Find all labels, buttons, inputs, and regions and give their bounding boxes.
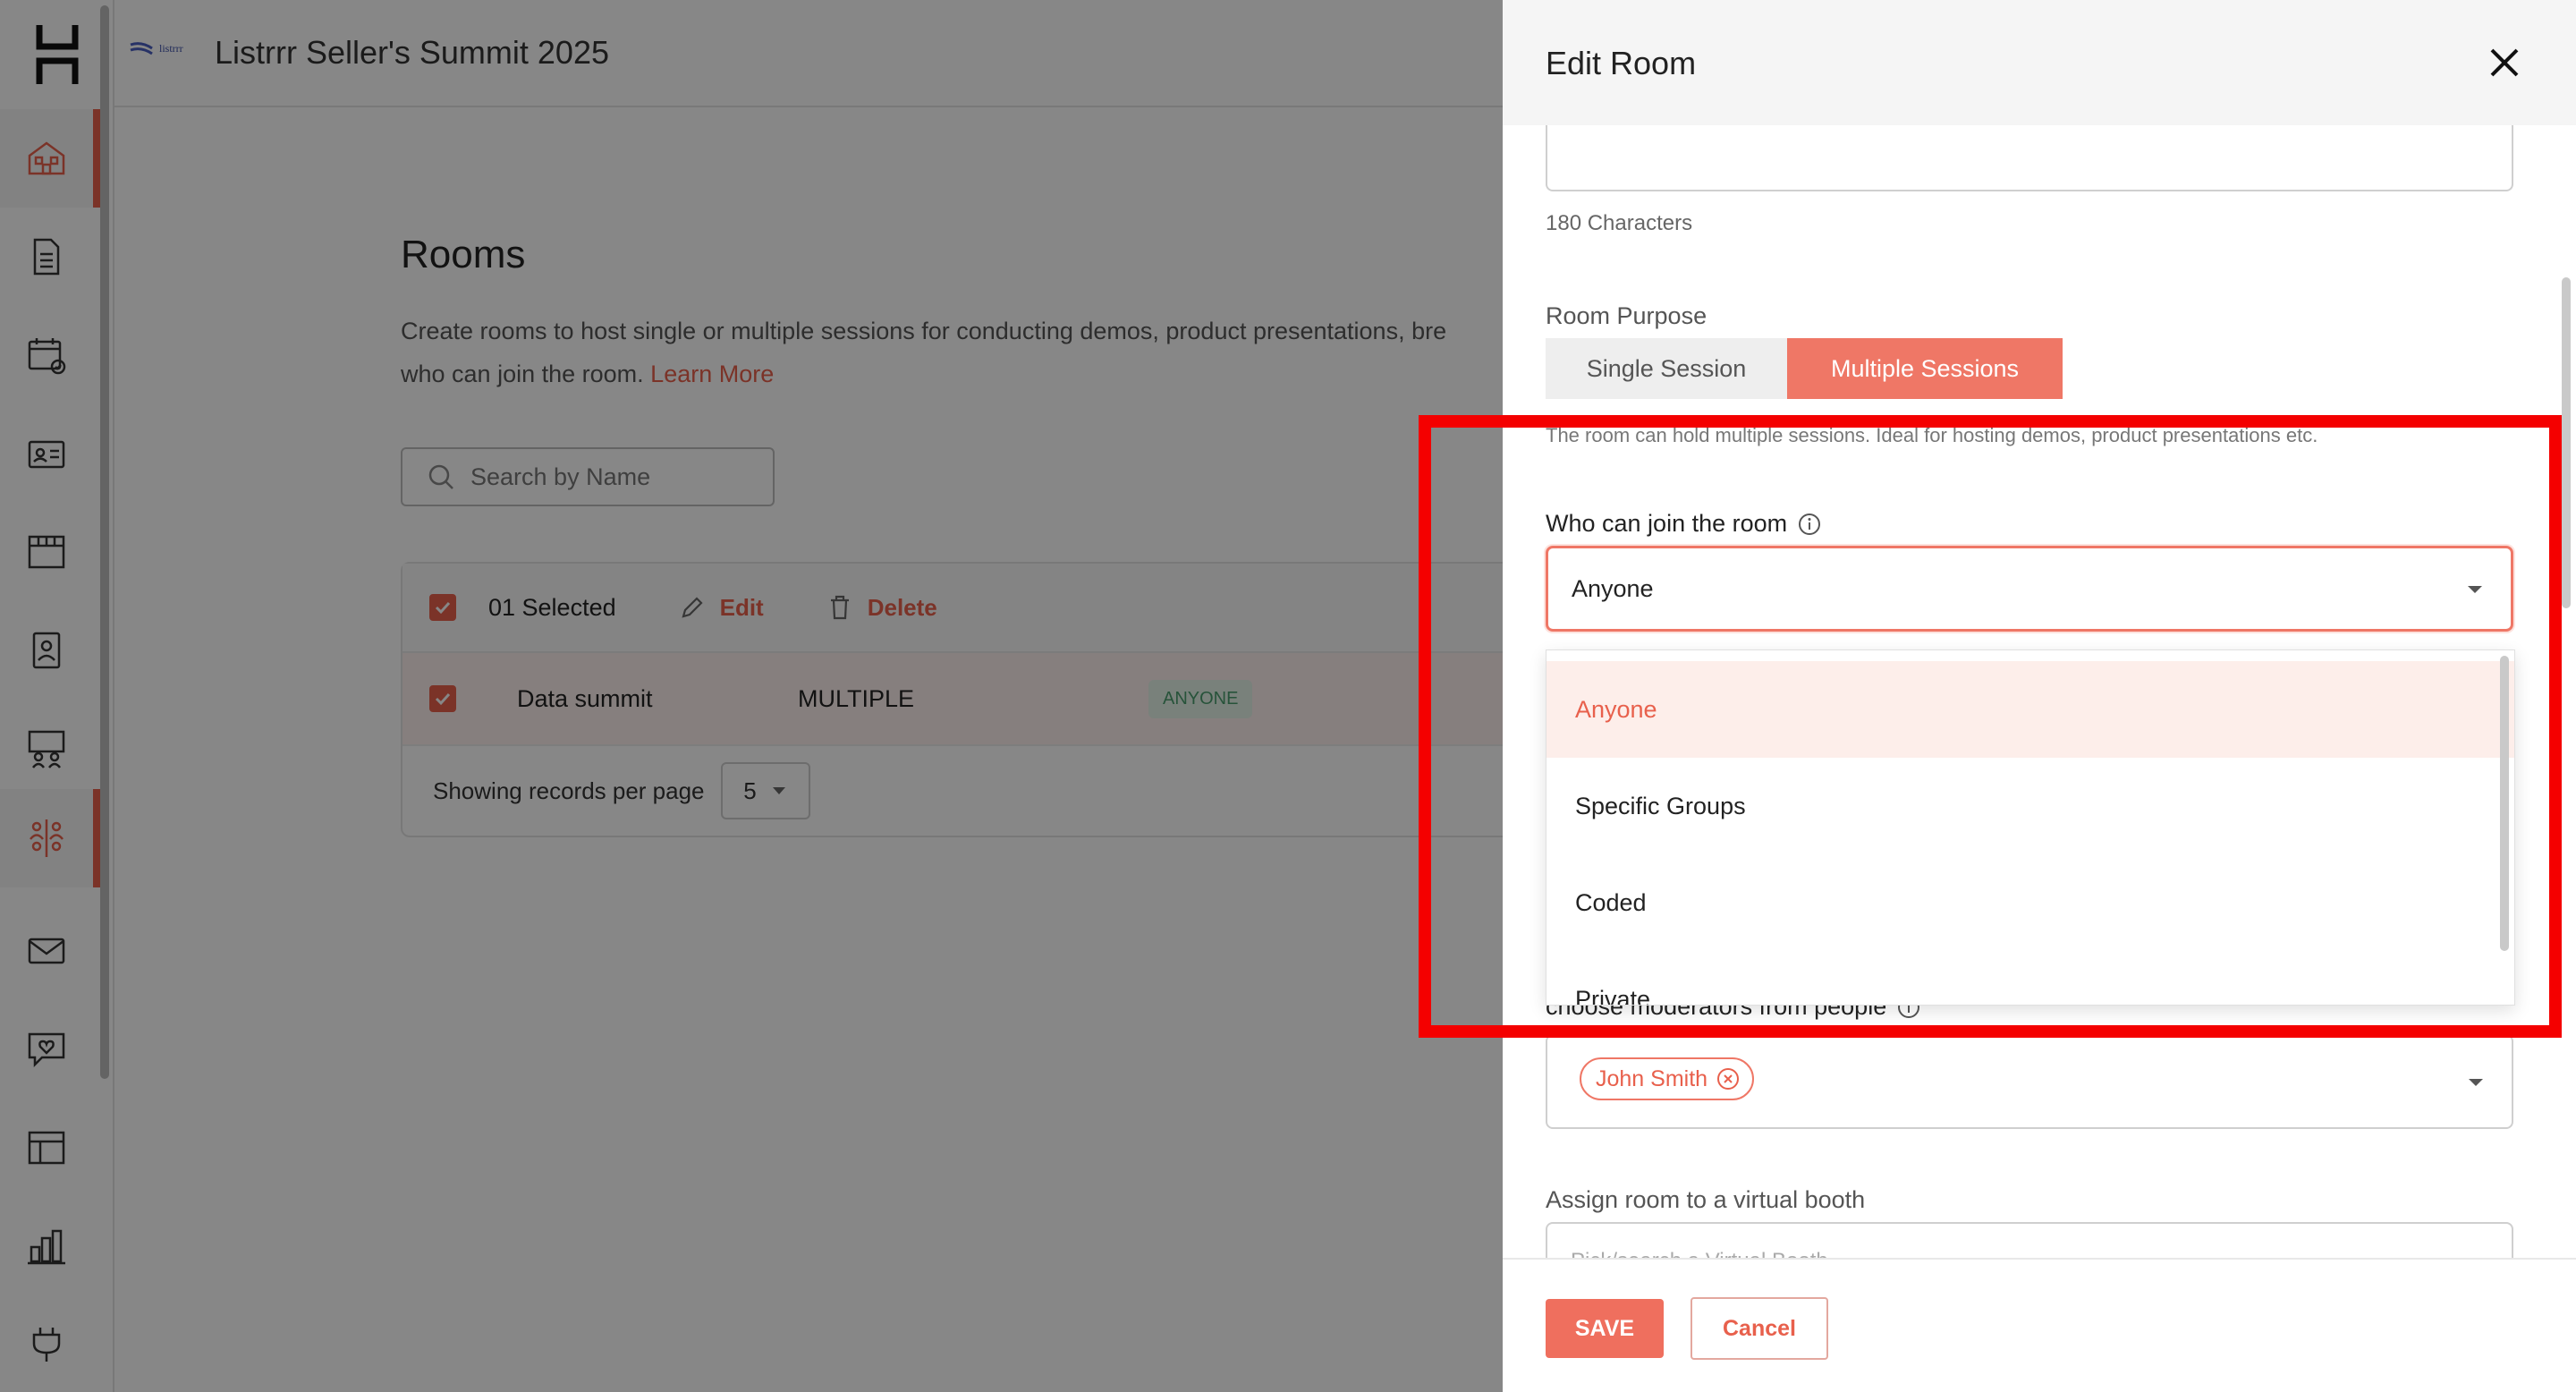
- booth-label: Assign room to a virtual booth: [1546, 1186, 1866, 1213]
- description-textarea[interactable]: [1546, 125, 2513, 191]
- room-purpose-label: Room Purpose: [1546, 302, 1707, 329]
- panel-scrollbar[interactable]: [2562, 277, 2571, 608]
- moderator-chip[interactable]: John Smith: [1580, 1057, 1755, 1100]
- booth-placeholder: Pick/search a Virtual Booth: [1571, 1249, 1828, 1258]
- remove-chip-icon[interactable]: [1716, 1067, 1740, 1091]
- panel-footer: SAVE Cancel: [1503, 1258, 2576, 1392]
- booth-select[interactable]: Pick/search a Virtual Booth: [1546, 1222, 2513, 1258]
- moderator-chip-label: John Smith: [1596, 1065, 1708, 1091]
- cancel-button[interactable]: Cancel: [1690, 1297, 1828, 1360]
- panel-header: Edit Room: [1503, 0, 2576, 125]
- single-session-option[interactable]: Single Session: [1546, 338, 1787, 399]
- char-counter: 180 Characters: [1546, 211, 1693, 235]
- highlight-annotation-box: [1419, 415, 2562, 1038]
- save-button[interactable]: SAVE: [1546, 1299, 1664, 1358]
- close-icon[interactable]: [2487, 45, 2522, 81]
- panel-title: Edit Room: [1546, 45, 1697, 81]
- multiple-sessions-option[interactable]: Multiple Sessions: [1787, 338, 2063, 399]
- room-purpose-toggle: Single Session Multiple Sessions: [1546, 338, 2063, 399]
- moderators-select[interactable]: John Smith: [1546, 1034, 2513, 1129]
- modal-backdrop[interactable]: [0, 0, 1503, 1392]
- caret-down-icon: [2469, 1079, 2483, 1086]
